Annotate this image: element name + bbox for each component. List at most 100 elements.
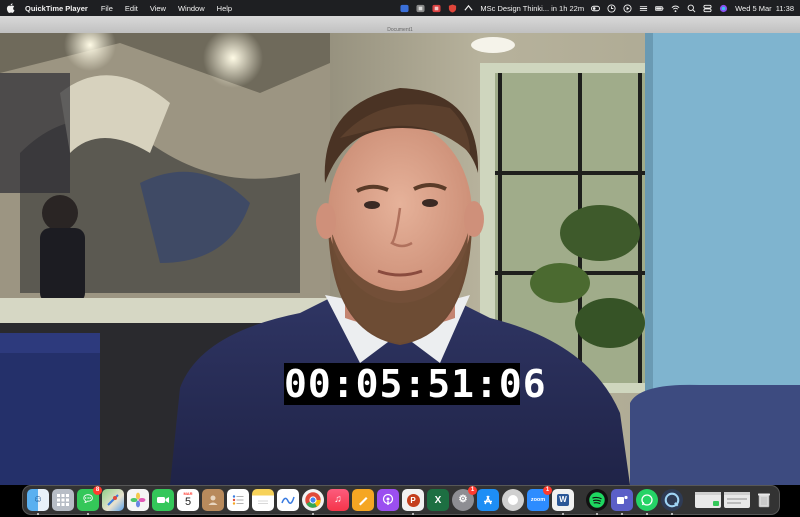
- maps-icon: [107, 494, 119, 506]
- zoom-label: zoom: [530, 497, 546, 503]
- dock-finder[interactable]: ☺: [27, 489, 49, 515]
- dock-app-store[interactable]: [477, 489, 499, 511]
- video-frame: [0, 33, 800, 485]
- dock-trash[interactable]: [753, 489, 775, 511]
- camera-icon: [157, 497, 169, 503]
- running-indicator: [671, 513, 673, 515]
- running-indicator: [596, 513, 598, 515]
- settings-badge: 1: [468, 486, 477, 495]
- lines-icon[interactable]: [639, 4, 648, 13]
- calendar-event-text[interactable]: MSc Design Thinki... in 1h 22m: [480, 4, 584, 13]
- freeform-icon: [281, 496, 295, 504]
- powerpoint-icon: P: [406, 493, 420, 507]
- teams-icon: [617, 495, 628, 504]
- dock-maps[interactable]: [102, 489, 124, 511]
- date-time[interactable]: Wed 5 Mar 11:38: [735, 4, 794, 13]
- running-indicator: [312, 513, 314, 515]
- spotify-icon: [589, 492, 605, 508]
- menu-file[interactable]: File: [101, 4, 113, 13]
- messages-icon: 💬︎: [81, 494, 95, 505]
- excel-icon: X: [434, 494, 442, 506]
- contacts-icon: [208, 495, 218, 505]
- chat-bubble-icon: [508, 495, 518, 505]
- running-indicator: [87, 513, 89, 515]
- menu-help[interactable]: Help: [217, 4, 232, 13]
- trash-icon: [758, 493, 770, 508]
- dock-powerpoint[interactable]: P: [402, 489, 424, 515]
- dock-launchpad[interactable]: [52, 489, 74, 511]
- dock-music[interactable]: ♫: [327, 489, 349, 511]
- apple-menu-icon[interactable]: [6, 3, 15, 13]
- dock-notes[interactable]: [252, 489, 274, 511]
- zoom-badge: 1: [543, 486, 552, 495]
- window-titlebar[interactable]: Document1: [0, 16, 800, 34]
- menu-view[interactable]: View: [150, 4, 166, 13]
- chrome-icon: [305, 492, 321, 508]
- menubar-app-icon-blue[interactable]: [400, 4, 409, 13]
- messages-badge: 8: [93, 486, 102, 495]
- window-thumbnail-icon: [724, 492, 750, 504]
- status-area: MSc Design Thinki... in 1h 22m Wed 5 Mar…: [400, 4, 794, 13]
- wifi-icon[interactable]: [671, 4, 680, 13]
- running-indicator: [562, 513, 564, 515]
- pencil-icon: [359, 497, 368, 506]
- dock-calendar[interactable]: MAR 5: [177, 489, 199, 511]
- photos-icon: [130, 492, 146, 508]
- finder-icon: ☺: [32, 494, 44, 505]
- dock-contacts[interactable]: [202, 489, 224, 511]
- menubar-app-icon-grey[interactable]: [416, 4, 425, 13]
- dock-whatsapp[interactable]: [636, 489, 658, 515]
- control-center-icon[interactable]: [703, 4, 712, 13]
- dock-excel[interactable]: X: [427, 489, 449, 511]
- timecode-display: 00:05:51:06: [284, 362, 547, 406]
- dock-whatsapp-alt[interactable]: [502, 489, 524, 511]
- dock-photos[interactable]: [127, 489, 149, 511]
- video-player[interactable]: 00:05:51:06: [0, 33, 800, 485]
- menu-window[interactable]: Window: [178, 4, 205, 13]
- dock-zoom[interactable]: zoom 1: [527, 486, 552, 511]
- shield-icon[interactable]: [448, 3, 457, 13]
- dock-minimized-window-1[interactable]: [695, 492, 721, 508]
- calendar-day: 5: [184, 496, 192, 508]
- dock-system-settings[interactable]: ⚙ 1: [452, 486, 477, 511]
- siri-icon[interactable]: [719, 4, 728, 13]
- dock-minimized-window-2[interactable]: [724, 492, 750, 508]
- reminders-icon: [232, 495, 244, 505]
- calendar-event-icon[interactable]: [464, 4, 473, 13]
- play-circle-icon[interactable]: [623, 3, 632, 13]
- notes-icon: [258, 500, 268, 504]
- running-indicator: [412, 513, 414, 515]
- window-thumbnail-icon: [695, 492, 721, 506]
- clock-icon[interactable]: [607, 3, 616, 13]
- running-indicator: [37, 513, 39, 515]
- menubar-app-icon-red[interactable]: [432, 4, 441, 13]
- launchpad-icon: [57, 494, 69, 506]
- dock-spotify[interactable]: [586, 489, 608, 515]
- whatsapp-icon: [641, 494, 653, 506]
- dock-facetime[interactable]: [152, 489, 174, 511]
- dock-podcasts[interactable]: [377, 489, 399, 511]
- dock-teams[interactable]: [611, 489, 633, 515]
- dock-word[interactable]: W: [552, 489, 574, 515]
- app-menu-quicktime[interactable]: QuickTime Player: [25, 4, 88, 13]
- word-icon: W: [557, 494, 569, 506]
- dock: ☺ 💬︎ 8 MAR 5 ♫ P X ⚙ 1 zoom 1 W: [22, 485, 780, 515]
- battery-icon[interactable]: [655, 4, 664, 13]
- dock-freeform[interactable]: [277, 489, 299, 511]
- menu-bar: QuickTime Player File Edit View Window H…: [0, 0, 800, 16]
- app-store-icon: [484, 495, 492, 505]
- dock-chrome[interactable]: [302, 489, 324, 515]
- running-indicator: [621, 513, 623, 515]
- toggle-icon[interactable]: [591, 4, 601, 13]
- podcasts-icon: [382, 493, 394, 505]
- running-indicator: [646, 513, 648, 515]
- dock-quicktime[interactable]: [661, 489, 683, 515]
- music-note-icon: ♫: [334, 494, 342, 505]
- search-icon[interactable]: [687, 4, 696, 13]
- menu-edit[interactable]: Edit: [125, 4, 138, 13]
- dock-reminders[interactable]: [227, 489, 249, 511]
- dock-messages[interactable]: 💬︎ 8: [77, 486, 102, 515]
- quicktime-icon: [664, 492, 680, 508]
- gear-icon: ⚙: [458, 494, 468, 505]
- dock-pages[interactable]: [352, 489, 374, 511]
